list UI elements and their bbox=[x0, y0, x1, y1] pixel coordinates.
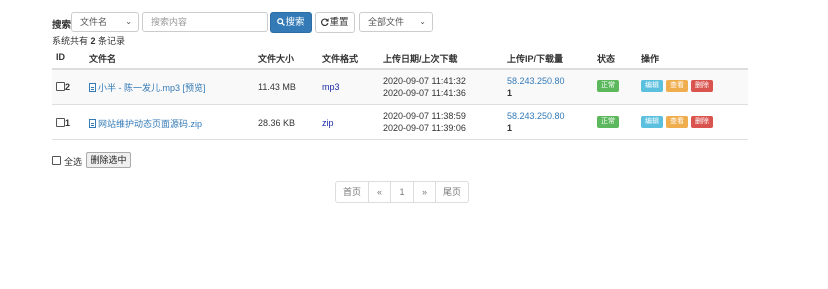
delete-button[interactable]: 删除 bbox=[691, 116, 713, 128]
file-name-cell: 小半 - 陈一发儿.mp3 [预览] bbox=[89, 81, 206, 94]
file-icon bbox=[89, 83, 96, 92]
search-field-select[interactable]: 文件名 ⌄ bbox=[71, 12, 139, 32]
upload-ip[interactable]: 58.243.250.80 bbox=[507, 76, 565, 86]
col-header-dates: 上传日期/上次下载 bbox=[383, 54, 458, 64]
status-badge: 正常 bbox=[597, 80, 619, 92]
search-field-select-value: 文件名 bbox=[80, 17, 108, 27]
last-download-date: 2020-09-07 11:39:06 bbox=[383, 123, 466, 133]
row-checkbox[interactable] bbox=[56, 118, 65, 127]
page-last[interactable]: 尾页 bbox=[435, 181, 469, 203]
page-prev[interactable]: « bbox=[368, 181, 391, 203]
col-header-name: 文件名 bbox=[89, 54, 117, 64]
file-icon bbox=[89, 119, 96, 128]
col-header-size: 文件大小 bbox=[258, 54, 295, 64]
upload-date: 2020-09-07 11:41:32 bbox=[383, 76, 466, 86]
pagination: 首页 « 1 » 尾页 bbox=[335, 181, 469, 203]
col-header-id: ID bbox=[56, 52, 65, 62]
search-input[interactable]: 搜索内容 bbox=[142, 12, 268, 32]
row-id: 1 bbox=[65, 118, 71, 128]
select-all-checkbox[interactable] bbox=[52, 156, 61, 165]
search-button[interactable]: 搜索 bbox=[270, 12, 312, 33]
file-format: mp3 bbox=[322, 82, 340, 92]
row-divider bbox=[52, 104, 748, 105]
upload-ip[interactable]: 58.243.250.80 bbox=[507, 111, 565, 121]
page-current[interactable]: 1 bbox=[390, 181, 414, 203]
delete-selected-button[interactable]: 删除选中 bbox=[86, 152, 131, 168]
edit-button[interactable]: 编辑 bbox=[641, 116, 663, 128]
row-checkbox[interactable] bbox=[56, 82, 65, 91]
page-first[interactable]: 首页 bbox=[335, 181, 369, 203]
search-input-placeholder: 搜索内容 bbox=[151, 17, 188, 27]
download-count: 1 bbox=[507, 123, 513, 133]
status-badge: 正常 bbox=[597, 116, 619, 128]
last-download-date: 2020-09-07 11:41:36 bbox=[383, 88, 466, 98]
search-button-label: 搜索 bbox=[285, 17, 305, 28]
view-button[interactable]: 查看 bbox=[666, 80, 688, 92]
chevron-down-icon: ⌄ bbox=[125, 17, 132, 26]
delete-button[interactable]: 删除 bbox=[691, 80, 713, 92]
file-name-link[interactable]: 小半 - 陈一发儿.mp3 bbox=[98, 83, 180, 93]
page-next[interactable]: » bbox=[413, 181, 436, 203]
preview-link[interactable]: [预览] bbox=[183, 83, 206, 93]
reset-button[interactable]: 重置 bbox=[315, 12, 355, 33]
file-format: zip bbox=[322, 118, 334, 128]
file-type-select[interactable]: 全部文件 ⌄ bbox=[359, 12, 433, 32]
col-header-status: 状态 bbox=[597, 54, 616, 64]
file-size: 11.43 MB bbox=[258, 82, 296, 92]
record-count: 系统共有 2 条记录 bbox=[52, 36, 126, 46]
chevron-down-icon: ⌄ bbox=[419, 17, 426, 26]
edit-button[interactable]: 编辑 bbox=[641, 80, 663, 92]
file-name-link[interactable]: 网站维护动态页面源码.zip bbox=[98, 119, 202, 129]
col-header-ip: 上传IP/下载量 bbox=[507, 54, 564, 64]
col-header-format: 文件格式 bbox=[322, 54, 359, 64]
download-count: 1 bbox=[507, 88, 513, 98]
file-name-cell: 网站维护动态页面源码.zip bbox=[89, 117, 202, 130]
search-label: 搜索 bbox=[52, 20, 72, 31]
file-size: 28.36 KB bbox=[258, 118, 296, 128]
col-header-actions: 操作 bbox=[641, 54, 660, 64]
upload-date: 2020-09-07 11:38:59 bbox=[383, 111, 466, 121]
view-button[interactable]: 查看 bbox=[666, 116, 688, 128]
file-type-select-value: 全部文件 bbox=[368, 17, 405, 27]
select-all-label: 全选 bbox=[64, 157, 83, 167]
row-id: 2 bbox=[65, 82, 71, 92]
row-divider bbox=[52, 139, 748, 140]
reset-button-label: 重置 bbox=[329, 17, 349, 28]
